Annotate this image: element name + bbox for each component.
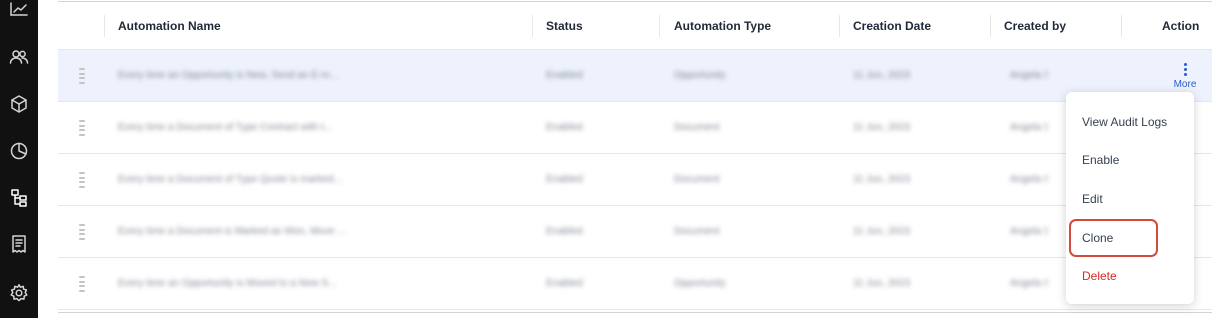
menu-item-view-audit-logs[interactable]: View Audit Logs (1066, 104, 1194, 140)
clone-highlight-outline (1069, 219, 1158, 257)
status-cell: Enabled (546, 278, 583, 289)
creation-date-cell: 11 Jun, 2023 (853, 70, 911, 81)
column-header-automation-name[interactable]: Automation Name (118, 2, 221, 50)
status-cell: Enabled (546, 226, 583, 237)
column-divider (659, 15, 660, 37)
more-actions-button[interactable]: More (1170, 60, 1200, 92)
table-row[interactable]: Every time an Opportunity is Moved to a … (58, 258, 1212, 310)
automation-type-cell: Document (674, 226, 720, 237)
table-row[interactable]: Every time a Document is Marked as Won, … (58, 206, 1212, 258)
table-row[interactable]: Every time a Document of Type Quote is m… (58, 154, 1212, 206)
created-by-cell: Angela Stilt (1010, 174, 1048, 185)
trending-up-icon[interactable] (0, 0, 38, 20)
table-header: Automation Name Status Automation Type C… (58, 2, 1212, 50)
menu-item-edit[interactable]: Edit (1066, 181, 1194, 217)
table-row[interactable]: Every time an Opportunity is New, Send a… (58, 50, 1212, 102)
settings-icon[interactable] (0, 282, 38, 304)
column-header-action: Action (1162, 19, 1200, 33)
creation-date-cell: 11 Jun, 2023 (853, 278, 911, 289)
automation-name-cell[interactable]: Every time a Document is Marked as Won, … (118, 226, 362, 238)
pie-chart-icon[interactable] (0, 140, 38, 162)
table-bottom-border (58, 312, 1212, 313)
creation-date-cell: 11 Jun, 2023 (853, 122, 911, 133)
automation-name-cell[interactable]: Every time an Opportunity is New, Send a… (118, 70, 362, 82)
column-divider (532, 15, 533, 37)
column-header-automation-type[interactable]: Automation Type (674, 2, 771, 50)
column-divider (104, 15, 105, 37)
column-header-creation-date[interactable]: Creation Date (853, 2, 931, 50)
drag-handle-icon[interactable] (79, 224, 85, 240)
kebab-menu-icon (1183, 63, 1187, 76)
automation-name-cell[interactable]: Every time a Document of Type Quote is m… (118, 174, 362, 186)
action-menu: View Audit Logs Enable Edit Clone Delete (1066, 92, 1194, 304)
column-divider (839, 15, 840, 37)
automation-type-cell: Document (674, 122, 720, 133)
status-cell: Enabled (546, 122, 583, 133)
creation-date-cell: 11 Jun, 2023 (853, 226, 911, 237)
sidebar (0, 0, 38, 318)
table-row[interactable]: Every time a Document of Type Contract w… (58, 102, 1212, 154)
status-cell: Enabled (546, 174, 583, 185)
creation-date-cell: 11 Jun, 2023 (853, 174, 911, 185)
created-by-cell: Angela Stilt (1010, 70, 1048, 81)
more-label: More (1173, 79, 1197, 90)
hierarchy-icon[interactable] (0, 187, 38, 209)
drag-handle-icon[interactable] (79, 120, 85, 136)
automations-table: Automation Name Status Automation Type C… (58, 0, 1212, 314)
column-header-status[interactable]: Status (546, 2, 583, 50)
automation-type-cell: Opportunity (674, 70, 726, 81)
menu-item-delete[interactable]: Delete (1066, 258, 1194, 294)
receipt-icon[interactable] (0, 233, 38, 255)
column-divider (1121, 15, 1122, 37)
automation-name-cell[interactable]: Every time an Opportunity is Moved to a … (118, 278, 362, 290)
automation-name-cell[interactable]: Every time a Document of Type Contract w… (118, 122, 362, 134)
created-by-cell: Angela Stilt (1010, 278, 1048, 289)
menu-item-enable[interactable]: Enable (1066, 142, 1194, 178)
box-icon[interactable] (0, 93, 38, 115)
column-header-created-by[interactable]: Created by (1004, 2, 1066, 50)
column-divider (990, 15, 991, 37)
users-icon[interactable] (0, 46, 38, 68)
automation-type-cell: Opportunity (674, 278, 726, 289)
automation-type-cell: Document (674, 174, 720, 185)
status-cell: Enabled (546, 70, 583, 81)
drag-handle-icon[interactable] (79, 68, 85, 84)
drag-handle-icon[interactable] (79, 172, 85, 188)
created-by-cell: Angela Stilt (1010, 122, 1048, 133)
created-by-cell: Angela Stilt (1010, 226, 1048, 237)
drag-handle-icon[interactable] (79, 276, 85, 292)
